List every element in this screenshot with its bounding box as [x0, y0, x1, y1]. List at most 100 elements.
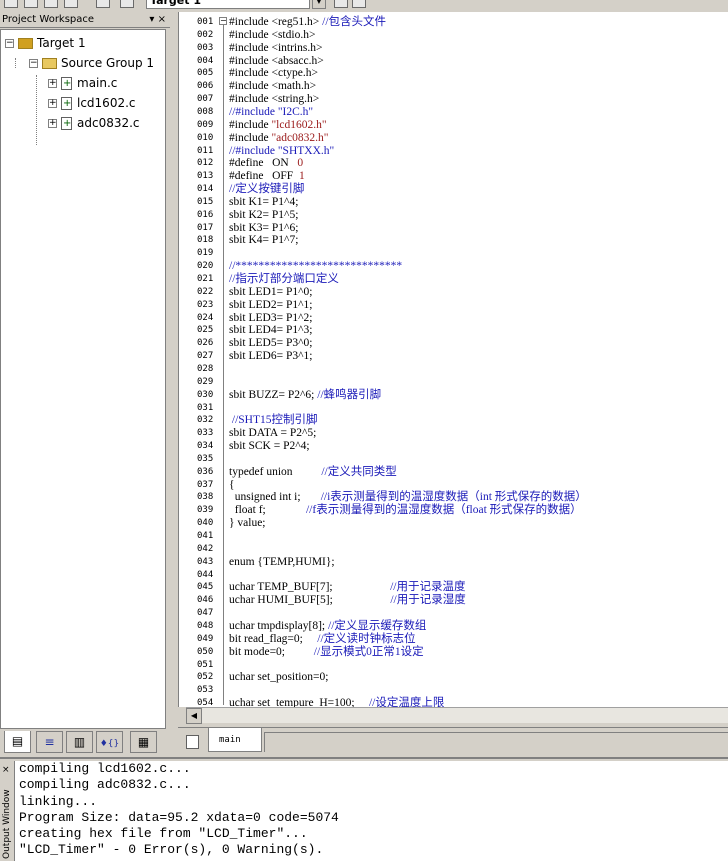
code-comment: //设定温度上限: [368, 697, 445, 707]
line-number: 039: [197, 505, 214, 516]
templates-icon: ▦: [137, 735, 150, 749]
close-icon[interactable]: ×: [2, 765, 10, 775]
line-number: 012: [197, 158, 214, 169]
code-comment: //包含头文件: [322, 16, 387, 28]
code-line: enum {TEMP,HUMI};: [229, 556, 335, 569]
tree-item-file[interactable]: + lcd1602.c: [48, 94, 136, 113]
code-line: uchar TEMP_BUF[7]; //用于记录温度: [229, 581, 466, 594]
line-number: 031: [197, 402, 214, 413]
rebuild-icon[interactable]: [24, 0, 38, 8]
code-area[interactable]: #include <reg51.h> //包含头文件 #include <stdi…: [229, 12, 728, 707]
tree-item-file[interactable]: + adc0832.c: [48, 114, 140, 133]
output-log[interactable]: compiling lcd1602.c... compiling adc0832.…: [14, 761, 728, 861]
collapse-icon[interactable]: −: [29, 59, 38, 68]
code-line: bit mode=0; //显示模式0正常1设定: [229, 646, 424, 659]
code-text: #include: [229, 118, 272, 131]
line-number: 045: [197, 582, 214, 593]
workspace-title: Project Workspace: [2, 14, 95, 25]
tab-main[interactable]: main: [208, 728, 262, 752]
code-line: sbit LED5= P3^0;: [229, 337, 312, 350]
code-line: sbit DATA = P2^5;: [229, 427, 316, 440]
line-number: 026: [197, 338, 214, 349]
download-icon[interactable]: [96, 0, 110, 8]
tab-books[interactable]: ▥: [66, 731, 93, 753]
code-line: #include <math.h>: [229, 80, 316, 93]
target-select[interactable]: Target 1: [146, 0, 310, 9]
line-number: 028: [197, 363, 214, 374]
tree-item-file-label: lcd1602.c: [77, 96, 136, 110]
tree-item-target[interactable]: − Target 1: [5, 34, 86, 52]
code-line: #include <intrins.h>: [229, 42, 322, 55]
file-extensions-icon[interactable]: [334, 0, 348, 8]
target-options-icon[interactable]: [120, 0, 134, 8]
line-number: 053: [197, 685, 214, 696]
output-line: Program Size: data=95.2 xdata=0 code=507…: [19, 809, 339, 825]
line-number: 021: [197, 274, 214, 284]
code-editor[interactable]: − 001 002 003 004 005 006 007 008 009 010 011 012 01…: [178, 12, 728, 721]
tab-templates[interactable]: ▦: [130, 731, 157, 753]
build-icon[interactable]: [4, 0, 18, 8]
expand-icon[interactable]: +: [48, 119, 57, 128]
line-number: 052: [197, 672, 214, 683]
code-text: sbit LED3= P1^2;: [229, 311, 313, 324]
line-number: 011: [197, 145, 214, 156]
code-text: #define OFF: [229, 170, 299, 183]
workspace-window-controls[interactable]: ▾ ×: [149, 12, 166, 27]
code-line: sbit LED6= P3^1;: [229, 350, 312, 363]
target-icon: [18, 38, 33, 49]
code-text: } value;: [229, 517, 266, 530]
code-text: #include <math.h>: [229, 80, 317, 93]
line-number: 042: [197, 543, 214, 554]
code-line: //#include "I2C.h": [229, 106, 313, 119]
code-line: sbit LED4= P1^3;: [229, 324, 312, 337]
c-file-icon: [61, 75, 72, 93]
tree-item-file-label: main.c: [77, 76, 118, 90]
files-icon: ▤: [11, 734, 24, 748]
project-tree: − Target 1 − Source Group 1 + main.c + lcd16…: [0, 29, 166, 729]
code-comment: //蜂鸣器引脚: [317, 388, 382, 401]
manage-components-icon[interactable]: [352, 0, 366, 8]
code-comment: //显示模式0正常1设定: [313, 645, 424, 658]
code-comment: //f表示测量得到的温湿度数据（float 形式保存的数据）: [305, 504, 582, 517]
tree-item-file[interactable]: + main.c: [48, 74, 118, 93]
tree-item-source-group[interactable]: − Source Group 1: [29, 54, 154, 72]
workspace-tabs: ▤ ≡ ▥ ♦{} ▦: [0, 730, 170, 754]
code-comment: //定义按键引脚: [229, 183, 305, 196]
batch-build-icon[interactable]: [44, 0, 58, 8]
code-line: uchar HUMI_BUF[5]; //用于记录湿度: [229, 594, 466, 607]
code-line: //*****************************: [229, 260, 402, 273]
code-comment: //用于记录温度: [390, 581, 466, 594]
code-comment: //i表示测量得到的温湿度数据（int 形式保存的数据）: [320, 491, 587, 504]
collapse-icon[interactable]: −: [5, 39, 14, 48]
fold-collapse-icon[interactable]: −: [219, 17, 227, 25]
line-number: 051: [197, 659, 214, 670]
chevron-down-icon[interactable]: ▼: [312, 0, 326, 9]
tab-registers[interactable]: ≡: [36, 731, 63, 753]
code-text: #define ON: [229, 157, 298, 170]
tab-functions[interactable]: ♦{}: [96, 731, 123, 753]
line-number: 017: [197, 222, 214, 233]
code-text: uchar TEMP_BUF[7];: [229, 581, 391, 594]
line-number: 041: [197, 531, 214, 541]
code-line: bit read_flag=0; //定义读时钟标志位: [229, 633, 416, 646]
code-text: bit mode=0;: [229, 645, 314, 658]
output-line: linking...: [19, 793, 98, 809]
horizontal-scrollbar[interactable]: ◀: [186, 707, 728, 724]
code-line: uchar tmpdisplay[8]; //定义显示缓存数组: [229, 620, 426, 633]
code-text: {: [229, 478, 235, 491]
code-text: float f;: [229, 504, 306, 517]
output-line: "LCD_Timer" - 0 Error(s), 0 Warning(s).: [19, 842, 324, 858]
code-line: sbit LED1= P1^0;: [229, 286, 312, 299]
expand-icon[interactable]: +: [48, 99, 57, 108]
expand-icon[interactable]: +: [48, 79, 57, 88]
code-comment: //用于记录湿度: [390, 594, 466, 607]
stop-build-icon[interactable]: [64, 0, 78, 8]
code-text: #include <stdio.h>: [229, 28, 316, 41]
code-text: uchar HUMI_BUF[5];: [229, 594, 391, 607]
code-comment: //指示灯部分端口定义: [229, 273, 339, 285]
code-line: sbit BUZZ= P2^6; //蜂鸣器引脚: [229, 389, 381, 402]
code-line: #define ON 0: [229, 157, 303, 170]
code-line: sbit K4= P1^7;: [229, 234, 298, 247]
tab-files[interactable]: ▤: [4, 731, 31, 753]
scroll-left-icon[interactable]: ◀: [186, 708, 202, 724]
